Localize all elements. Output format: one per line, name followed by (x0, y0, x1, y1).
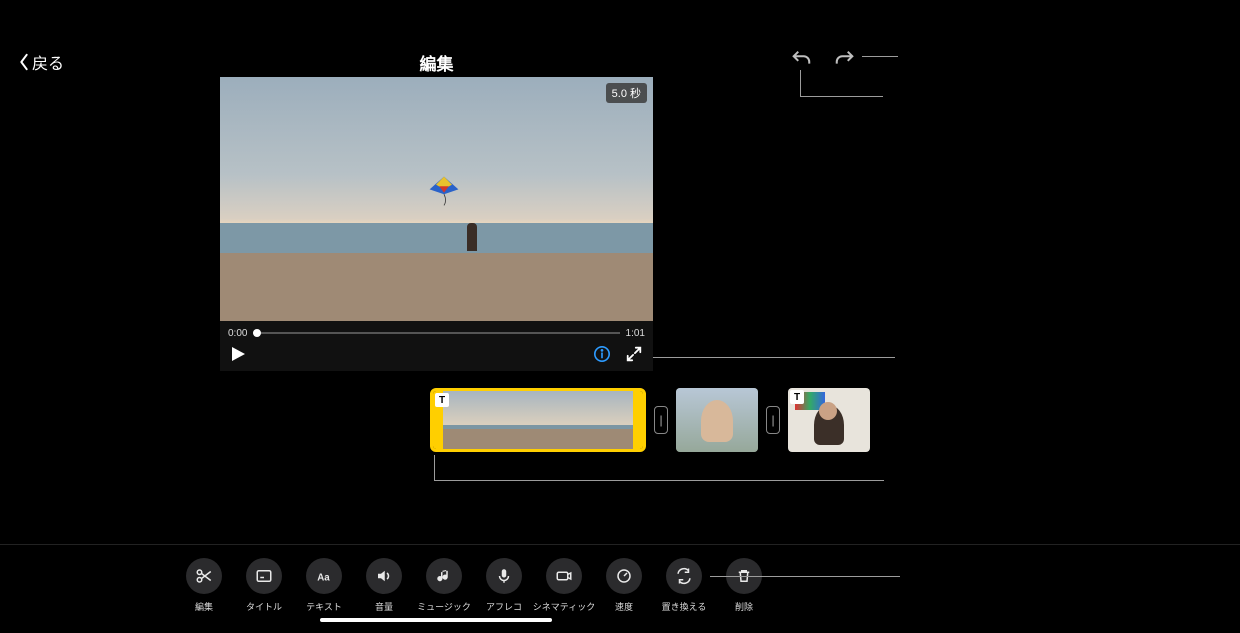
tool-label: 削除 (735, 600, 753, 613)
back-label: 戻る (32, 50, 64, 74)
back-button[interactable]: 戻る (18, 50, 64, 74)
tool-label: 速度 (615, 600, 633, 613)
music-note-icon (435, 567, 453, 585)
title-badge-icon: T (435, 393, 449, 407)
page-title: 編集 (220, 50, 653, 75)
play-icon (230, 346, 246, 362)
tool-label: シネマティック (533, 600, 595, 613)
tool-delete[interactable]: 削除 (724, 558, 764, 613)
undo-redo-group (790, 48, 856, 70)
duration-badge: 5.0 秒 (606, 83, 647, 103)
tool-edit[interactable]: 編集 (184, 558, 224, 613)
callout-line (800, 70, 801, 96)
tool-volume[interactable]: 音量 (364, 558, 404, 613)
home-indicator (320, 618, 552, 622)
toolbar-divider (0, 544, 1240, 545)
redo-icon (834, 48, 856, 70)
timeline-clip[interactable] (676, 388, 758, 452)
callout-line (710, 576, 900, 577)
transition-button[interactable]: | (654, 406, 668, 434)
tool-label: 編集 (195, 600, 213, 613)
header-bar: 戻る 編集 (0, 40, 1240, 80)
viewer-controls (220, 341, 653, 371)
scrub-playhead[interactable] (253, 329, 261, 337)
tool-titles[interactable]: タイトル (244, 558, 284, 613)
play-button[interactable] (230, 346, 246, 367)
tool-text[interactable]: Aa テキスト (304, 558, 344, 613)
microphone-icon (495, 567, 513, 585)
svg-text:Aa: Aa (317, 573, 330, 584)
time-current: 0:00 (228, 328, 247, 339)
tool-label: 置き換える (662, 600, 707, 613)
tool-label: タイトル (246, 600, 282, 613)
callout-line (862, 56, 898, 57)
timeline-clip[interactable]: T (430, 388, 646, 452)
replace-icon (675, 567, 693, 585)
tool-label: テキスト (306, 600, 342, 613)
time-total: 1:01 (626, 328, 645, 339)
info-icon (593, 345, 611, 363)
timeline[interactable]: T | | T (430, 388, 870, 452)
speedometer-icon (615, 567, 633, 585)
callout-line (653, 357, 895, 358)
kite-icon (428, 175, 460, 207)
callout-line (434, 455, 435, 480)
tool-music[interactable]: ミュージック (424, 558, 464, 613)
preview-image[interactable]: 5.0 秒 (220, 77, 653, 321)
preview-viewer: 5.0 秒 0:00 1:01 (220, 77, 653, 371)
redo-button[interactable] (834, 48, 856, 70)
fullscreen-button[interactable] (625, 345, 643, 368)
chevron-left-icon (18, 53, 30, 71)
transition-button[interactable]: | (766, 406, 780, 434)
tool-label: 音量 (375, 600, 393, 613)
undo-button[interactable] (790, 48, 812, 70)
tool-replace[interactable]: 置き換える (664, 558, 704, 613)
tool-voiceover[interactable]: アフレコ (484, 558, 524, 613)
tool-cinematic[interactable]: シネマティック (544, 558, 584, 613)
speaker-icon (375, 567, 393, 585)
timeline-clip[interactable]: T (788, 388, 870, 452)
edit-toolbar: 編集 タイトル Aa テキスト 音量 ミュージック アフレコ シネマティック 速… (184, 558, 764, 613)
info-button[interactable] (593, 345, 611, 368)
scissors-icon (195, 567, 213, 585)
titles-icon (255, 567, 273, 585)
tool-label: ミュージック (417, 600, 471, 613)
expand-icon (625, 345, 643, 363)
scrub-track[interactable] (253, 332, 619, 334)
callout-line (434, 480, 884, 481)
tool-speed[interactable]: 速度 (604, 558, 644, 613)
title-badge-icon: T (790, 390, 804, 404)
text-icon: Aa (315, 567, 333, 585)
callout-line (800, 96, 853, 97)
undo-icon (790, 48, 812, 70)
callout-line (853, 96, 883, 97)
tool-label: アフレコ (486, 600, 522, 613)
camera-icon (555, 567, 573, 585)
